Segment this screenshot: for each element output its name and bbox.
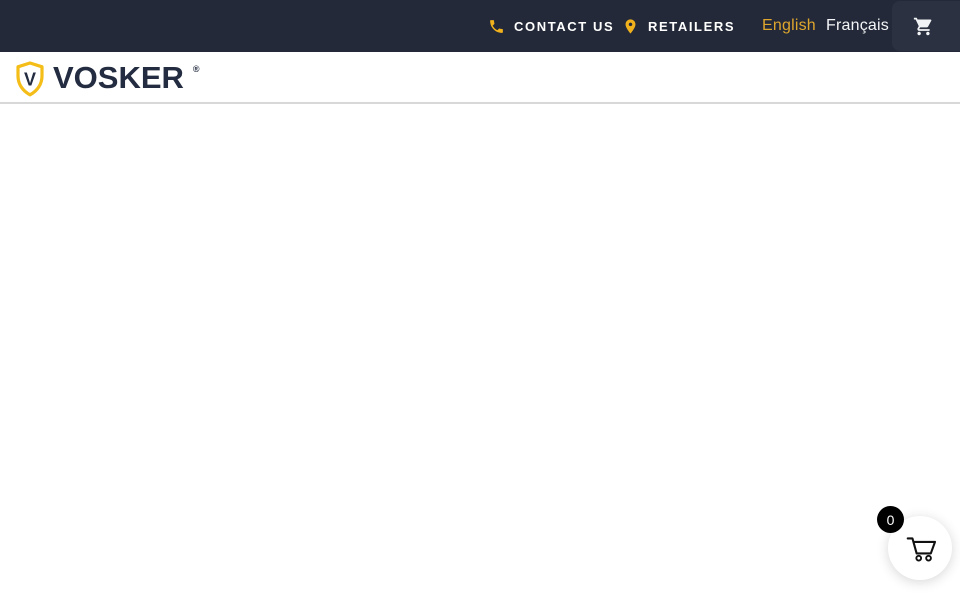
phone-icon bbox=[488, 18, 505, 35]
brand-wordmark: VOSKER bbox=[53, 61, 184, 95]
language-link-francais[interactable]: Français bbox=[826, 0, 889, 52]
retailers-label: RETAILERS bbox=[648, 19, 735, 34]
shield-v-logo-icon: V bbox=[15, 61, 45, 97]
site-header: V VOSKER ® bbox=[0, 52, 960, 104]
svg-text:V: V bbox=[24, 70, 36, 90]
registered-trademark: ® bbox=[193, 64, 200, 74]
contact-us-label: CONTACT US bbox=[514, 19, 614, 34]
language-link-english[interactable]: English bbox=[762, 0, 816, 52]
vosker-logo-link[interactable]: V VOSKER ® bbox=[15, 61, 200, 97]
page-content bbox=[0, 106, 960, 600]
page: CONTACT US RETAILERS English Français V … bbox=[0, 0, 960, 600]
map-pin-icon bbox=[622, 18, 639, 35]
cart-count-badge: 0 bbox=[877, 506, 904, 533]
retailers-link[interactable]: RETAILERS bbox=[622, 0, 735, 52]
cart-icon bbox=[900, 528, 940, 568]
contact-us-link[interactable]: CONTACT US bbox=[488, 0, 614, 52]
cart-icon bbox=[913, 16, 934, 37]
top-bar: CONTACT US RETAILERS English Français bbox=[0, 0, 960, 52]
cart-button[interactable] bbox=[892, 1, 960, 51]
